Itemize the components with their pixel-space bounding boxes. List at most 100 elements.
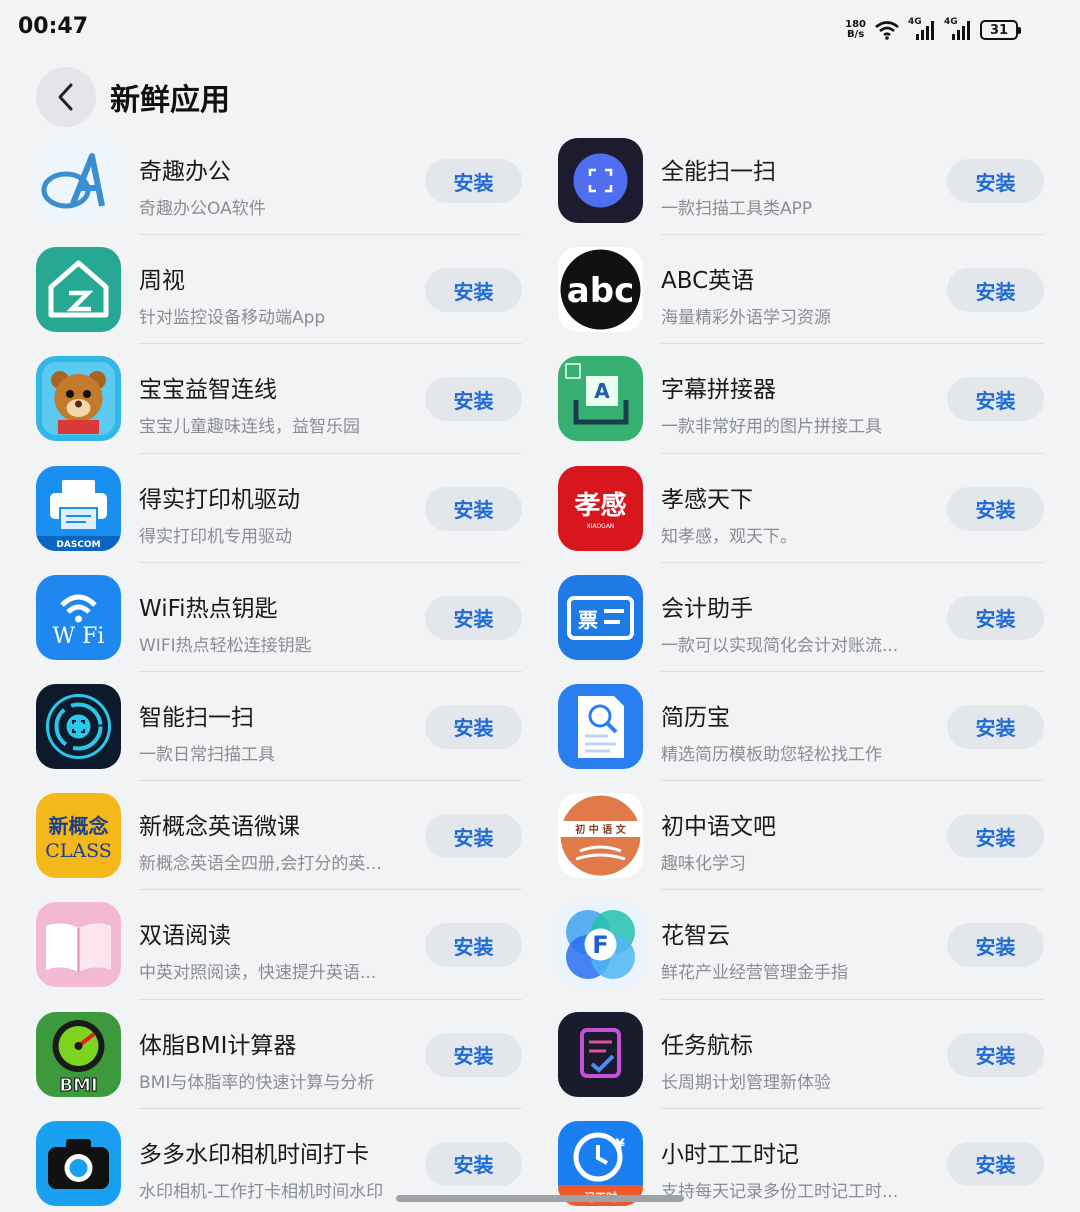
resume-icon [558,683,643,769]
app-desc: 一款扫描工具类APP [661,199,813,219]
app-name: 字幕拼接器 [661,377,776,404]
app-item[interactable]: 任务航标 长周期计划管理新体验 安装 [558,1000,1044,1109]
app-name: 奇趣办公 [139,159,231,185]
flower-f-icon: F [558,902,643,988]
scan-icon [558,138,643,223]
svg-text:F: F [592,931,608,959]
app-name: 得实打印机驱动 [139,486,300,513]
app-name: 宝宝益智连线 [139,377,277,404]
app-name: 全能扫一扫 [661,159,776,185]
install-button[interactable]: 安装 [425,595,522,640]
app-item[interactable]: 初 中 语 文 初中语文吧 趣味化学习 安装 [558,781,1044,891]
app-item[interactable]: 宝宝益智连线宝宝儿童趣味连线，益智乐园 安装 [36,344,522,454]
svg-text:新概念: 新概念 [49,814,109,838]
install-button[interactable]: 安装 [947,814,1044,859]
signal-1-icon: 4G [908,17,936,41]
app-desc: 针对监控设备移动端App [139,308,326,329]
app-name: 双语阅读 [139,923,231,950]
install-button[interactable]: 安装 [947,268,1044,313]
install-button[interactable]: 安装 [947,486,1044,531]
app-desc: 鲜花产业经营管理金手指 [661,963,848,984]
bear-icon [36,356,121,442]
chevron-left-icon [58,83,73,111]
app-desc: 海量精彩外语学习资源 [661,308,831,329]
app-name: 简历宝 [661,704,730,731]
house-camera-icon [36,247,121,333]
new-concept-class-icon: 新概念 CLASS [36,793,121,879]
app-desc: 支持每天记录多份工时记工时... [661,1181,899,1202]
app-name: WiFi热点钥匙 [139,595,278,622]
app-item[interactable]: BMI 体脂BMI计算器 BMI与体脂率的快速计算与分析 安装 [36,1000,522,1109]
app-item[interactable]: A 字幕拼接器 一款非常好用的图片拼接工具 安装 [558,344,1044,454]
install-button[interactable]: 安装 [947,377,1044,422]
home-indicator[interactable] [396,1195,684,1202]
install-button[interactable]: 安装 [425,814,522,859]
app-item[interactable]: abc ABC英语 海量精彩外语学习资源 安装 [558,235,1044,345]
app-item[interactable]: W Fi WiFi热点钥匙 WIFI热点轻松连接钥匙 安装 [36,563,522,672]
install-button[interactable]: 安装 [425,923,522,968]
wifi-icon: W Fi [36,574,121,660]
clock-yuan-icon: ¥ 记工时 [558,1120,643,1206]
app-name: 孝感天下 [661,486,753,513]
abc-logo-icon: abc [558,247,643,333]
chinese-study-icon: 初 中 语 文 [558,793,643,879]
svg-text:DASCOM: DASCOM [56,540,100,550]
install-button[interactable]: 安装 [947,923,1044,968]
install-button[interactable]: 安装 [425,704,522,749]
app-desc: 得实打印机专用驱动 [139,526,292,547]
app-item[interactable]: F 花智云鲜花产业经营管理金手指 安装 [558,890,1044,1000]
svg-text:¥: ¥ [615,1137,625,1153]
app-desc: 一款日常扫描工具 [139,744,275,765]
app-item[interactable]: 孝感 XIAOGAN 孝感天下 知孝感，观天下。 安装 [558,454,1044,563]
app-name: 智能扫一扫 [139,704,254,731]
battery-icon: 31 [980,20,1021,40]
app-item[interactable]: 全能扫一扫一款扫描工具类APP 安装 [558,126,1044,236]
install-button[interactable]: 安装 [425,159,522,203]
app-desc: 宝宝儿童趣味连线，益智乐园 [139,417,360,438]
svg-text:BMI: BMI [59,1075,97,1096]
app-desc: 新概念英语全四册,会打分的英... [139,854,382,875]
app-item[interactable]: DASCOM 得实打印机驱动得实打印机专用驱动 安装 [36,454,522,563]
install-button[interactable]: 安装 [947,595,1044,640]
app-item[interactable]: 简历宝精选简历模板助您轻松找工作 安装 [558,672,1044,782]
app-desc: 知孝感，观天下。 [661,526,797,547]
camera-icon [36,1120,121,1206]
install-button[interactable]: 安装 [947,1141,1044,1186]
app-desc: 一款可以实现简化会计对账流... [661,635,899,656]
app-desc: 水印相机-工作打卡相机时间水印 [139,1181,384,1202]
app-item[interactable]: 智能扫一扫一款日常扫描工具 安装 [36,672,522,782]
install-button[interactable]: 安装 [947,704,1044,749]
app-desc: 奇趣办公OA软件 [139,199,266,219]
app-item[interactable]: 周视 针对监控设备移动端App 安装 [36,235,522,345]
install-button[interactable]: 安装 [425,1032,522,1077]
app-name: 花智云 [661,923,730,950]
app-item[interactable]: 票 会计助手 一款可以实现简化会计对账流... 安装 [558,563,1044,672]
page-header: 新鲜应用 [36,66,230,128]
app-name: 新概念英语微课 [139,814,300,841]
app-desc: 趣味化学习 [661,854,746,875]
app-item[interactable]: 新概念 CLASS 新概念英语微课新概念英语全四册,会打分的英... 安装 [36,781,522,891]
ticket-icon: 票 [558,574,643,660]
svg-text:W Fi: W Fi [53,624,105,649]
install-button[interactable]: 安装 [425,377,522,422]
back-button[interactable] [36,67,96,127]
printer-icon: DASCOM [36,465,121,551]
bmi-gauge-icon: BMI [36,1011,121,1097]
net-speed: 180 B/s [845,19,866,40]
install-button[interactable]: 安装 [425,1141,522,1186]
install-button[interactable]: 安装 [947,1032,1044,1077]
install-button[interactable]: 安装 [425,486,522,531]
page-title: 新鲜应用 [110,83,230,118]
app-item[interactable]: 奇趣办公奇趣办公OA软件 安装 [36,126,522,236]
svg-text:abc: abc [567,271,634,311]
install-button[interactable]: 安装 [947,159,1044,203]
install-button[interactable]: 安装 [425,268,522,313]
scan-circle-icon [36,683,121,769]
app-desc: 精选简历模板助您轻松找工作 [661,744,882,765]
app-desc: 一款非常好用的图片拼接工具 [661,417,882,438]
app-item[interactable]: 双语阅读中英对照阅读，快速提升英语... 安装 [36,890,522,1000]
app-list: 奇趣办公奇趣办公OA软件 安装 全能扫一扫一款扫描工具类APP 安装 周视 针对监… [36,126,1044,1212]
app-desc: 中英对照阅读，快速提升英语... [139,963,377,984]
app-name: 体脂BMI计算器 [139,1032,297,1059]
app-name: 多多水印相机时间打卡 [139,1141,369,1168]
